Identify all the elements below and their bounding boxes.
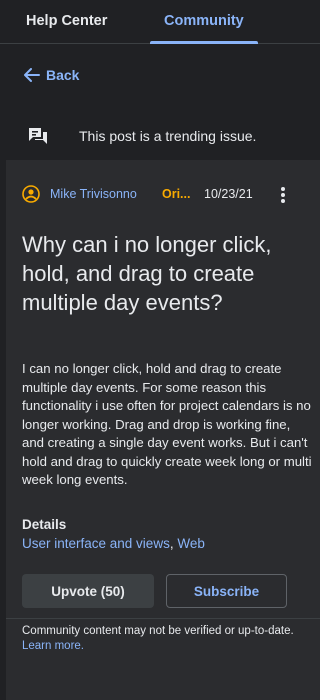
chat-bubbles-icon: [28, 127, 48, 150]
upvote-button[interactable]: Upvote (50): [22, 574, 154, 608]
author-name[interactable]: Mike Trivisonno: [50, 187, 137, 201]
details-links: User interface and views, Web: [22, 536, 205, 551]
subscribe-button[interactable]: Subscribe: [166, 574, 287, 608]
arrow-left-icon: [24, 68, 40, 82]
back-link[interactable]: Back: [24, 64, 79, 86]
footer-note: Community content may not be verified or…: [22, 624, 308, 654]
active-tab-indicator: [150, 41, 258, 44]
avatar-icon[interactable]: [22, 185, 40, 208]
detail-link-web[interactable]: Web: [177, 536, 205, 551]
post-date: 10/23/21: [204, 187, 253, 201]
more-vert-icon[interactable]: [280, 186, 286, 209]
footer-divider: [6, 618, 320, 619]
original-poster-badge: Ori...: [162, 187, 191, 201]
details-heading: Details: [22, 517, 67, 532]
tab-community[interactable]: Community: [164, 0, 244, 44]
footer-text: Community content may not be verified or…: [22, 625, 294, 637]
top-nav: Help Center Community: [0, 0, 320, 44]
tab-help-center[interactable]: Help Center: [26, 0, 107, 44]
post-title: Why can i no longer click, hold, and dra…: [22, 232, 272, 315]
post-body: I can no longer click, hold and drag to …: [22, 361, 312, 487]
post-meta: Mike Trivisonno Ori... 10/23/21: [22, 184, 302, 206]
learn-more-link[interactable]: Learn more.: [22, 640, 84, 652]
detail-link-ui[interactable]: User interface and views: [22, 536, 170, 551]
trending-banner: This post is a trending issue.: [6, 114, 320, 160]
banner-text: This post is a trending issue.: [79, 128, 257, 144]
back-label: Back: [46, 67, 80, 83]
